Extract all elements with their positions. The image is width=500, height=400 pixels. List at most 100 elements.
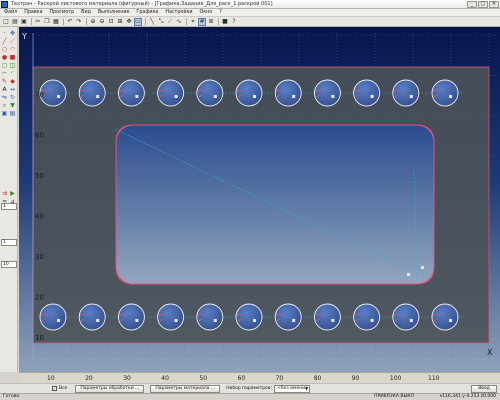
- bottom-row-hole: [353, 303, 381, 331]
- chevron-down-icon: ▼: [304, 385, 309, 391]
- arc-draw-icon[interactable]: ◠: [9, 46, 16, 53]
- bottom-row-hole: [392, 303, 420, 331]
- toolbar-separator: [86, 18, 87, 25]
- menu-edit[interactable]: Правка: [24, 10, 42, 15]
- scale-field[interactable]: 1: [1, 239, 17, 246]
- top-row-hole: [353, 79, 381, 107]
- new-icon[interactable]: □: [2, 18, 10, 26]
- menu-run[interactable]: Выполнение: [98, 10, 130, 15]
- line-draw-icon[interactable]: ╱: [1, 38, 8, 45]
- copy-icon[interactable]: ❐: [43, 18, 51, 26]
- polyline-draw-icon[interactable]: ⟋: [9, 38, 16, 45]
- grid-icon[interactable]: #: [198, 17, 206, 26]
- simulate-icon[interactable]: ▶: [9, 190, 16, 197]
- detail-tool-icon[interactable]: ▣: [1, 110, 8, 117]
- menu-file[interactable]: Файл: [4, 10, 17, 15]
- bottom-row-hole: [235, 303, 263, 331]
- maximize-button[interactable]: □: [478, 1, 488, 8]
- menu-help[interactable]: ?: [219, 10, 222, 15]
- wire-icon[interactable]: ≈: [1, 198, 8, 205]
- menu-settings[interactable]: Настройки: [165, 10, 192, 15]
- window-controls: _ □ ×: [467, 1, 499, 8]
- top-row-hole: [157, 79, 185, 107]
- enter-button[interactable]: Ввод: [471, 385, 497, 393]
- menu-view[interactable]: Вид: [81, 10, 91, 15]
- y-tick-label: 60: [35, 132, 44, 140]
- minimize-button[interactable]: _: [467, 1, 477, 8]
- fill-tool-icon[interactable]: ◆: [9, 78, 16, 85]
- toolbar-separator: [63, 18, 64, 25]
- processing-params-button[interactable]: Параметры обработки ...: [75, 384, 145, 393]
- open-icon[interactable]: ▤: [11, 18, 19, 26]
- drawing-canvas[interactable]: Y X 70 60 50 40 30 20 10: [19, 27, 500, 372]
- bottom-row-hole: [196, 303, 224, 331]
- x-tick-label: 60: [237, 375, 246, 382]
- trim-tool-icon[interactable]: ⌐: [1, 70, 8, 77]
- measure-icon[interactable]: ⊿: [9, 198, 16, 205]
- line-tool-icon[interactable]: ╲: [148, 18, 156, 26]
- menu-view-browse[interactable]: Просмотр: [50, 10, 75, 15]
- lead-in-tool-icon[interactable]: ⌕: [1, 102, 8, 109]
- zoom-window-icon[interactable]: ⊡: [107, 18, 115, 26]
- snap-icon[interactable]: ⌖: [189, 18, 197, 26]
- contour-tool-icon[interactable]: ▢: [1, 62, 8, 69]
- paste-icon[interactable]: ▦: [52, 18, 60, 26]
- circle-draw-icon[interactable]: ○: [1, 46, 8, 53]
- select-icon[interactable]: ▭: [134, 17, 142, 26]
- point-tool-icon[interactable]: ·: [1, 30, 8, 37]
- y-tick-label: 40: [35, 213, 44, 221]
- nest-tool-icon[interactable]: ▼: [9, 102, 16, 109]
- x-tick-label: 10: [47, 375, 55, 382]
- redo-icon[interactable]: ↷: [75, 18, 83, 26]
- pen-tool-icon[interactable]: ✎: [1, 78, 8, 85]
- dimension-tool-icon[interactable]: ↔: [9, 86, 16, 93]
- toolbar-separator: [145, 18, 146, 25]
- rect-draw-icon[interactable]: ■: [9, 54, 16, 61]
- toolbar-separator: [31, 18, 32, 25]
- x-tick-label: 70: [275, 375, 284, 382]
- offset-tool-icon[interactable]: ◫: [9, 62, 16, 69]
- cut-icon[interactable]: ✂: [34, 18, 42, 26]
- move-tool-icon[interactable]: ✥: [9, 30, 16, 37]
- layers-icon[interactable]: ≣: [207, 18, 215, 26]
- rotate-tool-icon[interactable]: ↻: [9, 94, 16, 101]
- text-tool-icon[interactable]: A: [1, 86, 8, 93]
- cut-order-icon[interactable]: ⇉: [1, 190, 8, 197]
- all-checkbox[interactable]: ✓: [52, 386, 57, 391]
- menu-bar: Файл Правка Просмотр Вид Выполнение Граф…: [0, 9, 500, 17]
- title-bar: Техтран - Раскрой листового материала (ф…: [0, 0, 500, 9]
- fillet-tool-icon[interactable]: ◜: [9, 70, 16, 77]
- x-tick-label: 20: [85, 375, 93, 382]
- top-row-hole: [117, 79, 145, 107]
- close-button[interactable]: ×: [489, 1, 499, 8]
- material-params-button[interactable]: Параметры материала ...: [150, 384, 221, 393]
- x-tick-label: 50: [199, 375, 208, 382]
- zoom-out-icon[interactable]: ⊖: [98, 18, 106, 26]
- param-set-select[interactable]: <без имени> ▼: [274, 384, 311, 393]
- top-row-hole: [235, 79, 263, 107]
- y-tick-label: 50: [35, 172, 44, 180]
- curve-tool-icon[interactable]: ∿: [175, 18, 183, 26]
- zoom-in-icon[interactable]: ⊕: [89, 18, 97, 26]
- top-row-hole: [274, 79, 302, 107]
- y-tick-label: 10: [35, 334, 44, 342]
- app-icon: [1, 0, 8, 8]
- pan-icon[interactable]: ✥: [125, 18, 133, 26]
- save-icon[interactable]: ▣: [20, 18, 28, 26]
- zoom-field[interactable]: 10: [1, 261, 17, 268]
- bottom-row-hole: [431, 303, 459, 331]
- mirror-tool-icon[interactable]: ⇋: [1, 94, 8, 101]
- menu-window[interactable]: Окно: [199, 10, 212, 15]
- circle-filled-icon[interactable]: ●: [1, 54, 8, 61]
- zoom-all-icon[interactable]: ⊞: [116, 18, 124, 26]
- stop-icon[interactable]: ■: [221, 18, 229, 26]
- undo-icon[interactable]: ↶: [66, 18, 74, 26]
- menu-graphics[interactable]: Графика: [136, 10, 158, 15]
- snap-status[interactable]: ПРИВЯЗКА ВЫКЛ: [374, 394, 414, 400]
- path-tool-icon[interactable]: ⤡: [157, 18, 165, 26]
- polyline-tool-icon[interactable]: ⟋: [166, 18, 174, 26]
- sheet-tool-icon[interactable]: ▤: [9, 110, 16, 117]
- help-icon[interactable]: ?: [230, 18, 238, 26]
- bottom-row-hole: [78, 303, 106, 331]
- all-checkbox-label: Все: [59, 386, 68, 391]
